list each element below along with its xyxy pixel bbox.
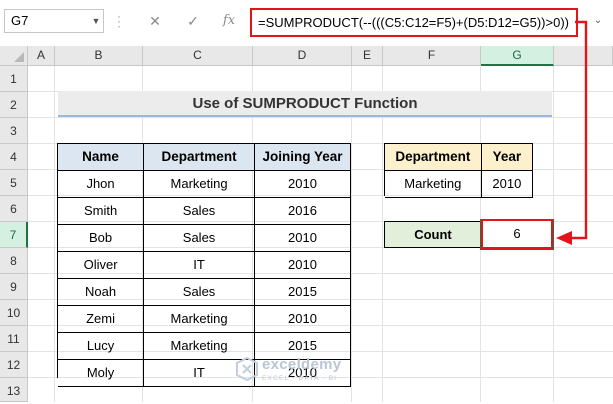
watermark-tagline: EXCEL · DATA · BI xyxy=(262,375,338,382)
exceldemy-logo-icon xyxy=(236,357,258,381)
arrow-icon xyxy=(556,20,588,245)
watermark-brand: exceldemy xyxy=(262,356,342,373)
